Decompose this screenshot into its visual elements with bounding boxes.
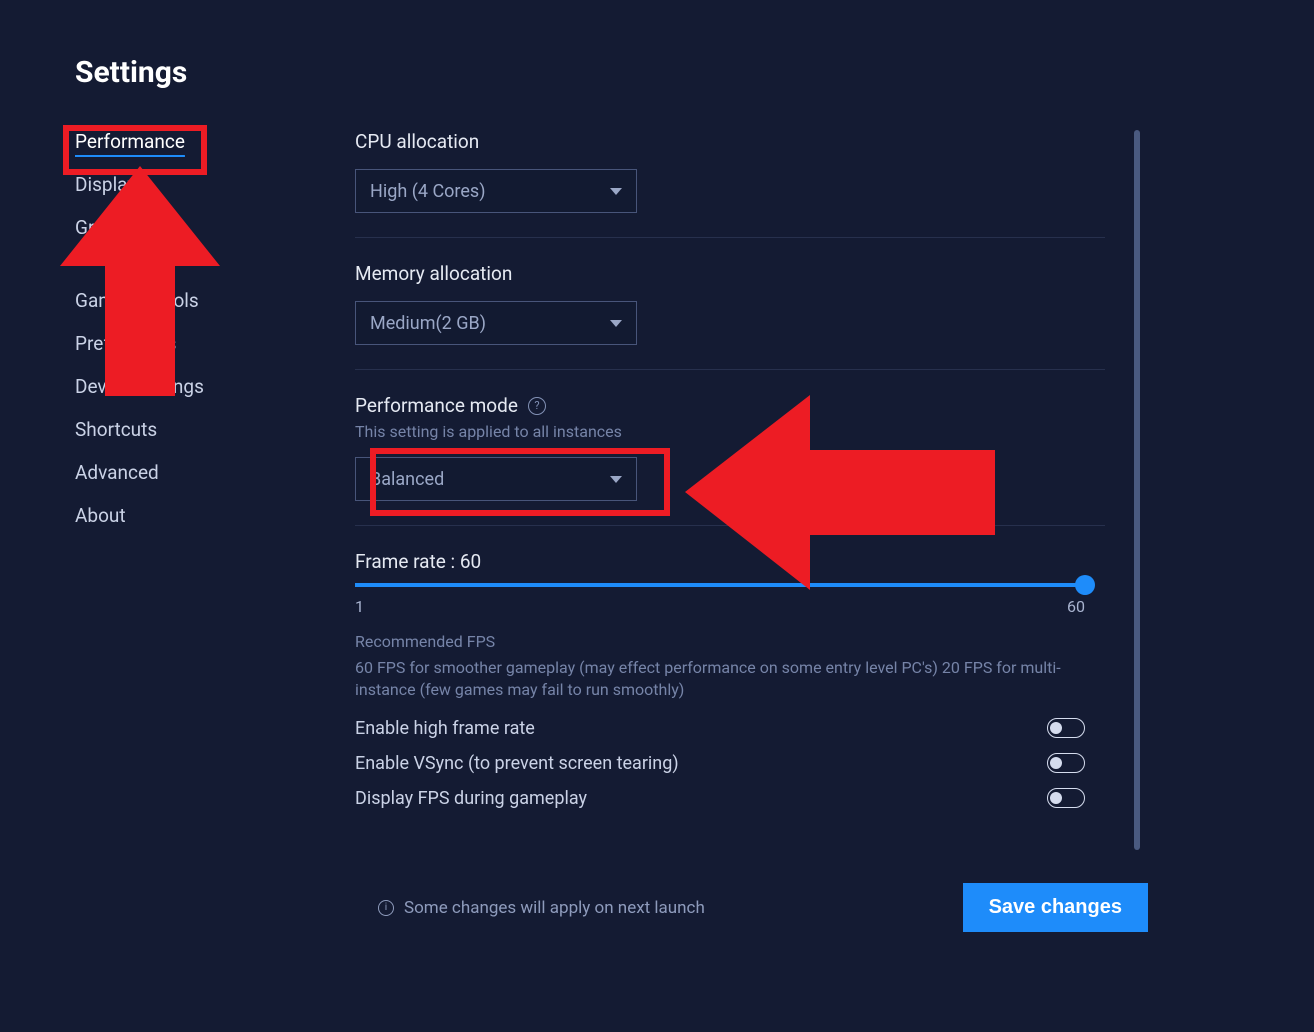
sidebar-item-game-controls[interactable]: Game controls [75, 289, 275, 312]
help-icon[interactable]: ? [528, 397, 546, 415]
cpu-select[interactable]: High (4 Cores) [355, 169, 637, 213]
footer: i Some changes will apply on next launch… [378, 883, 1148, 932]
chevron-down-icon [610, 476, 622, 483]
perf-mode-select[interactable]: Balanced [355, 457, 637, 501]
frame-rate-min: 1 [355, 597, 364, 616]
frame-rate-max: 60 [1067, 597, 1085, 616]
sidebar-item-preferences[interactable]: Preferences [75, 332, 275, 355]
recommended-title: Recommended FPS [355, 632, 1105, 651]
sidebar-item-display[interactable]: Display [75, 173, 275, 196]
chevron-down-icon [610, 320, 622, 327]
page-title: Settings [75, 55, 1314, 90]
memory-select[interactable]: Medium(2 GB) [355, 301, 637, 345]
frame-rate-slider[interactable] [355, 583, 1085, 587]
settings-panel: CPU allocation High (4 Cores) Memory all… [355, 130, 1125, 871]
sidebar: Performance Display Graphics Game contro… [75, 130, 275, 871]
perf-mode-note: This setting is applied to all instances [355, 422, 1105, 441]
perf-mode-label: Performance mode [355, 394, 518, 417]
footer-note-text: Some changes will apply on next launch [404, 898, 705, 918]
toggle-high-frame-label: Enable high frame rate [355, 718, 535, 739]
info-icon: i [378, 900, 394, 916]
scrollbar[interactable] [1134, 130, 1140, 850]
sidebar-item-advanced[interactable]: Advanced [75, 461, 275, 484]
toggle-display-fps-label: Display FPS during gameplay [355, 788, 587, 809]
toggle-display-fps[interactable] [1047, 788, 1085, 808]
frame-rate-value: 60 [460, 550, 481, 573]
memory-label: Memory allocation [355, 262, 1105, 285]
frame-rate-label-prefix: Frame rate : [355, 550, 460, 573]
chevron-down-icon [610, 188, 622, 195]
cpu-label: CPU allocation [355, 130, 1105, 153]
sidebar-item-device-settings[interactable]: Device settings [75, 375, 275, 398]
frame-rate-label: Frame rate : 60 [355, 550, 1105, 573]
cpu-value: High (4 Cores) [370, 181, 485, 202]
toggle-high-frame[interactable] [1047, 718, 1085, 738]
perf-mode-value: Balanced [370, 469, 444, 490]
sidebar-item-performance[interactable]: Performance [75, 130, 275, 153]
slider-thumb[interactable] [1075, 575, 1095, 595]
sidebar-item-about[interactable]: About [75, 504, 275, 527]
sidebar-item-shortcuts[interactable]: Shortcuts [75, 418, 275, 441]
toggle-vsync-label: Enable VSync (to prevent screen tearing) [355, 753, 679, 774]
memory-value: Medium(2 GB) [370, 313, 486, 334]
sidebar-item-graphics[interactable]: Graphics [75, 216, 275, 239]
save-button[interactable]: Save changes [963, 883, 1148, 932]
recommended-body: 60 FPS for smoother gameplay (may effect… [355, 657, 1085, 702]
toggle-vsync[interactable] [1047, 753, 1085, 773]
